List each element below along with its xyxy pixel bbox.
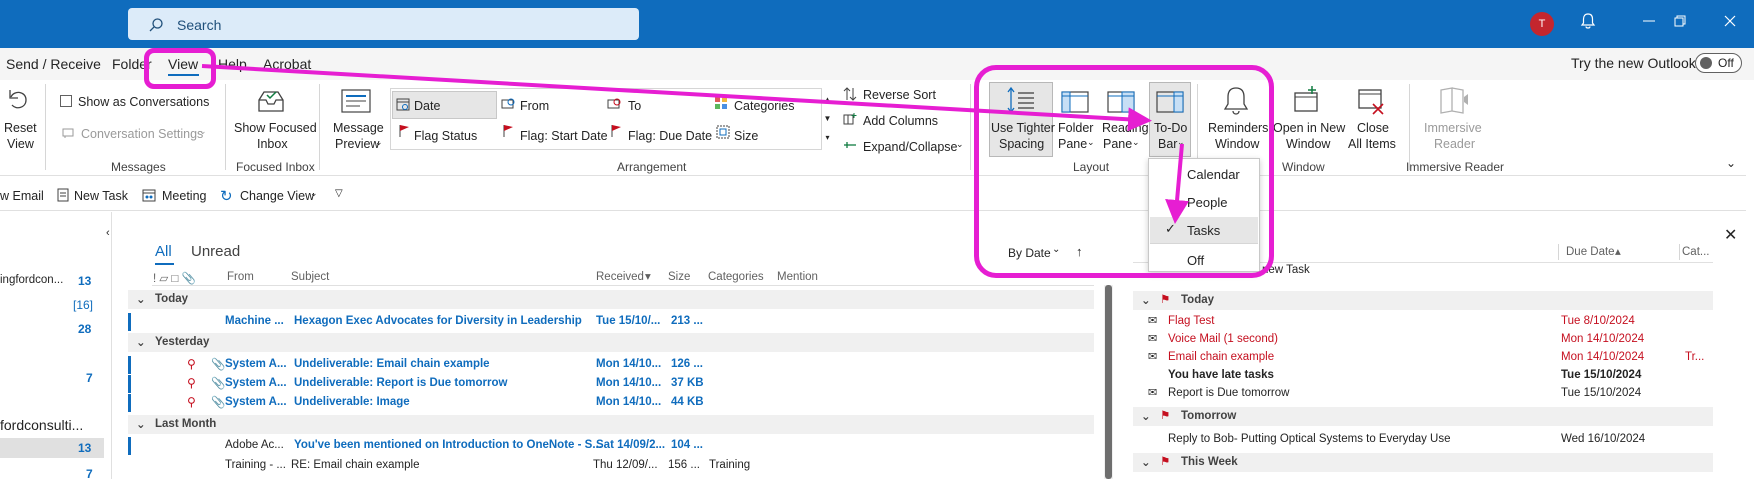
- annotation-arrows: [201, 64, 1190, 224]
